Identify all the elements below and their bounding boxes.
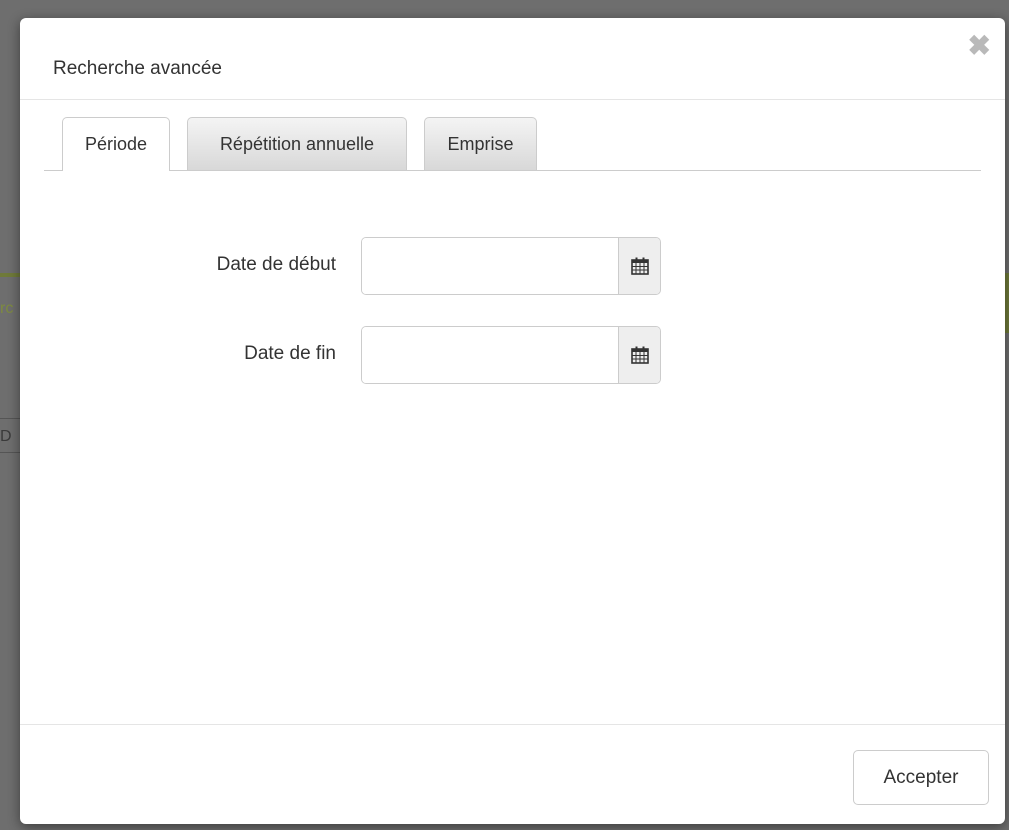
background-text-fragment: D bbox=[0, 428, 12, 445]
background-divider bbox=[0, 273, 20, 277]
tab-emprise[interactable]: Emprise bbox=[424, 117, 537, 170]
tab-bar: Période Répétition annuelle Emprise bbox=[44, 117, 981, 171]
end-date-input[interactable] bbox=[362, 327, 618, 383]
start-date-label: Date de début bbox=[216, 254, 336, 275]
tab-repetition-annuelle[interactable]: Répétition annuelle bbox=[187, 117, 407, 170]
background-divider bbox=[1005, 273, 1009, 333]
dialog-title: Recherche avancée bbox=[53, 58, 222, 79]
background-divider bbox=[0, 418, 20, 419]
calendar-icon[interactable] bbox=[618, 238, 660, 294]
end-date-group bbox=[361, 326, 661, 384]
advanced-search-dialog: Recherche avancée ✖ Période Répétition a… bbox=[20, 18, 1005, 824]
dialog-footer: Accepter bbox=[20, 724, 1005, 824]
calendar-icon[interactable] bbox=[618, 327, 660, 383]
accept-button[interactable]: Accepter bbox=[853, 750, 989, 805]
start-date-row: Date de début bbox=[20, 237, 1005, 295]
dialog-header: Recherche avancée ✖ bbox=[20, 18, 1005, 100]
end-date-label: Date de fin bbox=[244, 343, 336, 364]
start-date-group bbox=[361, 237, 661, 295]
tab-periode[interactable]: Période bbox=[62, 117, 170, 171]
start-date-input[interactable] bbox=[362, 238, 618, 294]
close-icon[interactable]: ✖ bbox=[968, 32, 991, 60]
end-date-row: Date de fin bbox=[20, 326, 1005, 384]
background-text-fragment: rc bbox=[0, 300, 14, 317]
background-divider bbox=[0, 452, 20, 453]
